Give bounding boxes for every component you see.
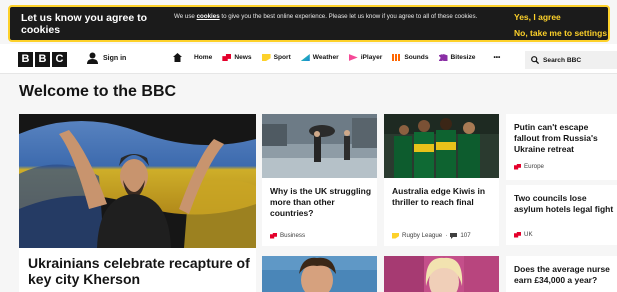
story-title: Why is the UK struggling more than other… — [270, 186, 372, 218]
cookies-link[interactable]: cookies — [197, 13, 220, 20]
search-icon — [531, 56, 539, 64]
settings-button[interactable]: No, take me to settings — [514, 28, 607, 38]
story-image — [384, 114, 499, 178]
story-image — [262, 256, 377, 292]
sport-icon — [392, 232, 399, 239]
comment-count: 107 — [460, 232, 471, 239]
nav-item-sounds[interactable]: Sounds — [392, 54, 429, 61]
iplayer-icon — [348, 54, 358, 61]
news-icon — [270, 232, 277, 239]
cookie-banner: Let us know you agree to cookies We use … — [8, 5, 610, 42]
bbc-logo[interactable]: B B C — [18, 52, 67, 67]
story-tag[interactable]: Europe — [514, 163, 544, 170]
story-image — [384, 256, 499, 292]
side-story-card[interactable]: Putin can't escape fallout from Russia's… — [506, 114, 617, 180]
nav-item-sport[interactable]: Sport — [261, 54, 291, 61]
story-title: Australia edge Kiwis in thriller to reac… — [392, 186, 486, 207]
home-icon — [173, 53, 182, 62]
side-story-card[interactable]: Two councils lose asylum hotels legal fi… — [506, 185, 617, 245]
story-tag[interactable]: Rugby League · 107 — [392, 232, 471, 239]
story-title: Putin can't escape fallout from Russia's… — [514, 122, 598, 154]
story-tag[interactable]: UK — [514, 231, 533, 238]
bitesize-icon — [438, 54, 448, 61]
nav-item-home-label[interactable]: Home — [194, 54, 212, 61]
story-card[interactable] — [384, 256, 499, 292]
sport-icon — [261, 54, 271, 61]
nav-item-iplayer[interactable]: iPlayer — [348, 54, 382, 61]
story-tag[interactable]: Business — [270, 232, 305, 239]
story-card[interactable]: Australia edge Kiwis in thriller to reac… — [384, 114, 499, 246]
nav-item-home[interactable] — [173, 53, 182, 62]
top-navigation: B B C Sign in Home News Sport Weather iP… — [0, 44, 617, 74]
sounds-icon — [392, 54, 402, 61]
agree-button[interactable]: Yes, I agree — [514, 12, 561, 22]
news-icon — [514, 163, 521, 170]
signin-link[interactable]: Sign in — [87, 52, 126, 64]
nav-item-bitesize[interactable]: Bitesize — [438, 54, 475, 61]
news-icon — [514, 231, 521, 238]
story-card[interactable] — [262, 256, 377, 292]
story-title: Two councils lose asylum hotels legal fi… — [514, 193, 614, 214]
nav-items: Home News Sport Weather iPlayer Sounds B… — [173, 53, 510, 62]
side-story-card[interactable]: Does the average nurse earn £34,000 a ye… — [506, 256, 617, 292]
cookie-text: We use cookies to give you the best onli… — [174, 13, 478, 20]
weather-icon — [300, 54, 310, 61]
cookie-title: Let us know you agree to cookies — [21, 12, 148, 36]
lead-story-card[interactable]: Ukrainians celebrate recapture of key ci… — [19, 114, 256, 292]
comments-icon — [450, 232, 458, 239]
nav-item-news[interactable]: News — [222, 54, 252, 61]
search-input[interactable]: Search BBC — [525, 51, 617, 69]
nav-item-weather[interactable]: Weather — [300, 54, 339, 61]
story-card[interactable]: Why is the UK struggling more than other… — [262, 114, 377, 246]
story-image — [262, 114, 377, 178]
lead-story-title: Ukrainians celebrate recapture of key ci… — [28, 255, 250, 287]
news-icon — [222, 54, 232, 61]
lead-story-image — [19, 114, 256, 248]
user-icon — [87, 52, 98, 64]
page-title: Welcome to the BBC — [19, 83, 177, 100]
more-menu-button[interactable]: ••• — [493, 54, 500, 61]
story-title: Does the average nurse earn £34,000 a ye… — [514, 264, 610, 285]
